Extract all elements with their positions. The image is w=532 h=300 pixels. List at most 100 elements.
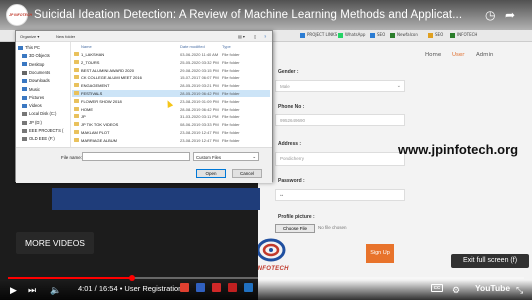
play-icon[interactable]: ▶ [10, 285, 17, 296]
nav-user[interactable]: User [452, 52, 465, 58]
progress-bar[interactable] [8, 275, 524, 281]
new-folder-button[interactable]: New folder [56, 34, 75, 39]
file-name: ENGAGEMENT [81, 83, 110, 89]
taskbar-app-icon [180, 283, 189, 292]
file-name: MAKLAM PLOT [81, 130, 110, 135]
drive-folder-icon [22, 103, 27, 108]
bookmark-item[interactable]: INFOTECH [450, 32, 477, 38]
file-row[interactable]: MAKLAM PLOT 23-08-2019 12:47 PM File folde… [72, 129, 270, 136]
file-date: 08-06-2019 03:33 PM [180, 122, 219, 128]
bookmark-item[interactable]: SEO [370, 32, 385, 38]
drive-folder-icon [22, 70, 27, 75]
file-row[interactable]: BEST ALUMINI AWARD 2020 29-08-2020 03:15 … [72, 67, 270, 74]
file-name: HOME [81, 106, 93, 112]
nav-pane-item[interactable]: 3D Objects [22, 53, 50, 58]
file-name: MARRIAGE ALBUM [81, 137, 118, 143]
nav-pane-item[interactable]: Videos [22, 103, 42, 108]
drive-folder-icon [22, 128, 27, 133]
share-icon[interactable]: ➦ [505, 8, 515, 22]
file-row[interactable]: ENGAGEMENT 28-05-2019 03:21 PM File folder [72, 82, 270, 89]
file-row[interactable]: FESTIVALS 28-05-2019 06:42 PM File folder [72, 90, 270, 97]
jp-infotech-logo-icon [256, 238, 286, 262]
chevron-down-icon: ⌄ [396, 83, 401, 89]
bookmark-item[interactable]: PROJECT LINKS [300, 32, 337, 38]
nav-pane-label: Music [29, 86, 40, 92]
nav-pane-item[interactable]: EEE PROJECTS ( [22, 128, 63, 133]
file-name-label: File name: [61, 155, 83, 160]
file-row[interactable]: CK COLLEGE ALUMI MEET 2016 15-07-2017 06:… [72, 74, 270, 81]
taskbar-app-icon [196, 283, 205, 292]
nav-pane-item[interactable]: Local Disk (C:) [22, 111, 56, 116]
help-icon[interactable]: ? [264, 34, 266, 39]
exit-fullscreen-tooltip: Exit full screen (f) [451, 254, 529, 268]
more-videos-button[interactable]: MORE VIDEOS [16, 232, 94, 254]
organize-button[interactable]: Organize ▾ [20, 34, 39, 39]
gear-icon[interactable]: ⚙ [452, 285, 460, 296]
nav-pane-item[interactable]: Music [22, 87, 40, 92]
file-date: 28-08-2019 06:42 PM [180, 106, 219, 112]
nav-pane-label: OLD EEE (F:) [29, 136, 55, 142]
file-name: JP [81, 114, 86, 120]
bookmark-item[interactable]: Newfalcon [390, 32, 418, 38]
file-row[interactable]: 2_TOURS 25-05-2020 03:32 PM File folder [72, 59, 270, 66]
youtube-logo[interactable]: YouTube [475, 283, 510, 293]
drive-folder-icon [22, 112, 27, 117]
column-header-name[interactable]: Name [81, 44, 92, 49]
preview-pane-icon[interactable]: ▯ [254, 34, 256, 39]
nav-pane-item[interactable]: Pictures [22, 95, 44, 100]
bookmark-label: Newfalcon [397, 32, 418, 37]
file-row[interactable]: HOME 28-08-2019 06:42 PM File folder [72, 106, 270, 113]
column-header-type[interactable]: Type [222, 44, 231, 49]
progress-scrubber[interactable] [128, 275, 135, 281]
sign-up-button[interactable]: Sign Up [366, 244, 394, 263]
file-row[interactable]: 1_LAKSHAN 03-06-2020 11:40 AM File folder [72, 51, 270, 58]
exit-fullscreen-icon[interactable]: ⤡ [516, 285, 523, 296]
drive-folder-icon [18, 45, 23, 50]
drive-folder-icon [22, 95, 27, 100]
gender-select[interactable]: Male ⌄ [275, 80, 405, 92]
file-type: File folder [222, 114, 240, 120]
file-date: 15-07-2017 06:07 PM [180, 75, 219, 81]
nav-pane-label: 3D Objects [29, 53, 50, 59]
nav-pane-label: Desktop [29, 61, 45, 67]
file-name-input[interactable] [82, 152, 190, 161]
nav-pane-item[interactable]: Documents [22, 70, 50, 75]
file-type: File folder [222, 130, 240, 135]
nav-pane-item[interactable]: Desktop [22, 62, 44, 67]
phone-field[interactable]: 9952649690 [275, 114, 405, 126]
folder-icon [74, 59, 79, 64]
video-title[interactable]: Suicidal Ideation Detection: A Review of… [34, 9, 462, 21]
file-type-select[interactable]: Custom Files ⌄ [193, 152, 259, 161]
column-header-date[interactable]: Date modified [180, 44, 205, 49]
file-date: 23-08-2019 12:47 PM [180, 137, 219, 143]
password-field[interactable]: •• [275, 189, 405, 201]
address-field[interactable]: Pondicherry [275, 152, 405, 166]
bookmark-label: WhatsApp [345, 32, 366, 37]
choose-file-button[interactable]: Choose File [275, 224, 315, 233]
open-button[interactable]: Open [196, 169, 226, 178]
file-row[interactable]: JP TIK TOK VIDEOS 08-06-2019 03:33 PM File… [72, 121, 270, 128]
nav-pane-item[interactable]: JP (D:) [22, 120, 42, 125]
nav-pane-item[interactable]: Downloads [22, 78, 50, 83]
nav-pane-label: Downloads [29, 78, 50, 84]
file-row[interactable]: JP 31-03-2020 03:11 PM File folder [72, 113, 270, 120]
folder-icon [74, 106, 79, 111]
nav-pane-item[interactable]: This PC [18, 45, 40, 50]
captions-button[interactable]: CC [431, 284, 443, 292]
bookmark-item[interactable]: WhatsApp [338, 32, 365, 38]
file-type: File folder [222, 122, 240, 128]
channel-avatar[interactable]: JP INFOTECH [6, 4, 32, 26]
file-name: BEST ALUMINI AWARD 2020 [81, 67, 134, 73]
nav-pane-item[interactable]: OLD EEE (F:) [22, 136, 55, 141]
nav-admin[interactable]: Admin [476, 52, 494, 58]
cancel-button[interactable]: Cancel [232, 169, 262, 178]
nav-home[interactable]: Home [425, 52, 441, 58]
volume-icon[interactable]: 🔈 [50, 285, 61, 296]
nav-pane-label: This PC [25, 45, 40, 50]
taskbar-app-icon [212, 283, 221, 292]
bookmark-item[interactable]: SEO [428, 32, 443, 38]
next-icon[interactable]: ⏭ [28, 285, 36, 296]
view-options-icon[interactable]: ▤ ▾ [238, 34, 245, 39]
file-row[interactable]: MARRIAGE ALBUM 23-08-2019 12:47 PM File fo… [72, 137, 270, 144]
watch-later-icon[interactable]: ◷ [485, 8, 495, 22]
